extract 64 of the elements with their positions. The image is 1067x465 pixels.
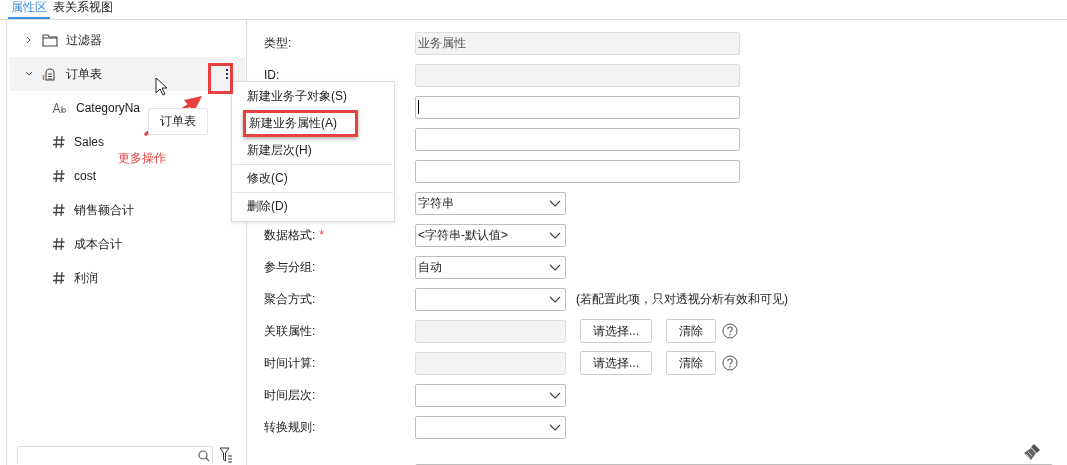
field-label: 时间层次: xyxy=(264,386,316,404)
tooltip: 订单表 xyxy=(148,108,208,135)
form-button[interactable]: 清除 xyxy=(666,319,716,343)
field-label: 数据格式: xyxy=(264,226,316,244)
text-type-icon xyxy=(52,102,68,114)
form-button[interactable]: 请选择... xyxy=(580,319,652,343)
select-field[interactable] xyxy=(415,415,566,439)
tab[interactable]: 属性区 xyxy=(8,0,50,19)
menu-item[interactable]: 新建业务属性(A) xyxy=(243,110,358,137)
folder-icon xyxy=(42,33,58,47)
chevron-down-icon xyxy=(549,199,561,207)
required-mark: * xyxy=(319,228,324,242)
cursor-icon xyxy=(155,77,169,97)
field-label: 关联属性: xyxy=(264,322,316,340)
select-field[interactable] xyxy=(415,287,566,311)
select-field[interactable]: <字符串-默认值> xyxy=(415,223,566,247)
text-field[interactable] xyxy=(415,127,740,151)
field-label: 转换规则: xyxy=(264,418,316,436)
select-field[interactable]: 字符串 xyxy=(415,191,566,215)
menu-item[interactable]: 新建层次(H) xyxy=(233,137,393,164)
tree-item[interactable]: Sales xyxy=(74,135,105,149)
chevron-down-icon xyxy=(549,391,561,399)
text-field[interactable] xyxy=(415,95,740,119)
brush-icon xyxy=(1023,443,1041,461)
tree-item[interactable]: CategoryNa xyxy=(76,101,141,115)
select-field[interactable] xyxy=(415,383,566,407)
tree-item[interactable]: 订单表 xyxy=(66,65,102,83)
chevron-down-icon xyxy=(549,231,561,239)
field-label: 聚合方式: xyxy=(264,290,316,308)
menu-item[interactable]: 删除(D) xyxy=(233,192,393,220)
highlight-frame xyxy=(208,63,233,94)
field-label: ID: xyxy=(264,68,280,82)
row-highlight[interactable]: 订单表 xyxy=(10,57,245,91)
tree-item[interactable]: 利润 xyxy=(74,269,98,287)
form-button[interactable]: 请选择... xyxy=(580,351,652,375)
field-label: 时间计算: xyxy=(264,354,316,372)
tree-item[interactable]: 销售额合计 xyxy=(74,201,134,219)
hash-icon xyxy=(52,237,66,251)
chevron-down-icon xyxy=(549,263,561,271)
hash-icon xyxy=(52,271,66,285)
select-field[interactable]: 自动 xyxy=(415,255,566,279)
tree-item[interactable]: cost xyxy=(74,169,96,183)
text-field[interactable] xyxy=(415,159,740,183)
help-icon xyxy=(722,323,738,339)
search-icon xyxy=(198,449,210,462)
filter-icon[interactable] xyxy=(219,447,233,463)
text-field: 业务属性 xyxy=(415,31,740,55)
annotation-text: 更多操作 xyxy=(118,150,166,167)
form-button[interactable]: 清除 xyxy=(666,351,716,375)
field-label: 参与分组: xyxy=(264,258,316,276)
hash-icon xyxy=(52,169,66,183)
tree-item[interactable]: 过滤器 xyxy=(66,31,102,49)
table-icon xyxy=(42,67,58,81)
chevron-down-icon xyxy=(549,423,561,431)
hash-icon xyxy=(52,203,66,217)
search-field[interactable] xyxy=(17,446,213,464)
field-label: 类型: xyxy=(264,34,292,52)
help-icon xyxy=(722,355,738,371)
chevron-down-icon xyxy=(549,295,561,303)
tree-item[interactable]: 成本合计 xyxy=(74,235,122,253)
hash-icon xyxy=(52,135,66,149)
tab[interactable]: 表关系视图 xyxy=(50,0,116,19)
hint-text: (若配置此项，只对透视分析有效和可见) xyxy=(576,290,788,308)
menu-item[interactable]: 修改(C) xyxy=(233,164,393,192)
